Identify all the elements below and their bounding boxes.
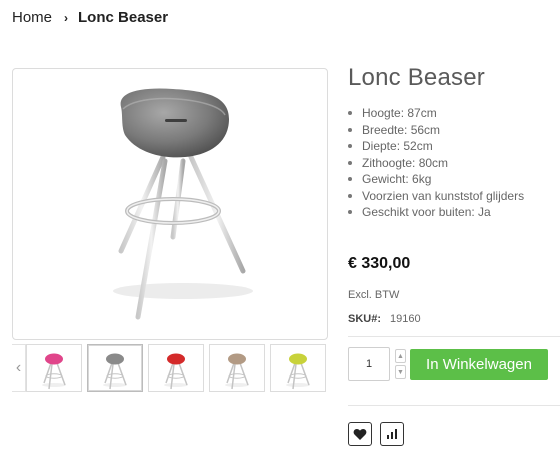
thumbnail-taupe[interactable]	[209, 344, 265, 392]
divider	[348, 336, 560, 337]
quantity-decrease-button[interactable]: ▼	[395, 365, 406, 379]
bullet-icon	[348, 177, 352, 182]
spec-item: Gewicht: 6kg	[348, 171, 524, 188]
bar-chart-icon	[387, 429, 397, 439]
bullet-icon	[348, 144, 352, 149]
thumbnail-red[interactable]	[148, 344, 204, 392]
thumbnail-strip: ‹	[12, 344, 328, 394]
sku-value: 19160	[390, 313, 421, 325]
product-price: € 330,00	[348, 255, 411, 272]
add-to-cart-button[interactable]: In Winkelwagen	[410, 349, 548, 380]
quantity-input[interactable]	[348, 347, 390, 381]
breadcrumb: Home › Lonc Beaser	[12, 9, 168, 26]
product-main-image[interactable]	[12, 68, 328, 340]
mini-stool-image	[42, 353, 66, 390]
quantity-increase-button[interactable]: ▲	[395, 349, 406, 363]
breadcrumb-current: Lonc Beaser	[78, 9, 169, 26]
compare-button[interactable]	[380, 422, 404, 446]
mini-stool-image	[286, 353, 310, 390]
thumbnail-lime[interactable]	[270, 344, 326, 392]
heart-icon	[353, 428, 367, 440]
bullet-icon	[348, 111, 352, 116]
stool-image	[113, 88, 253, 320]
spec-item: Geschikt voor buiten: Ja	[348, 204, 524, 221]
chevron-up-icon: ▲	[397, 352, 404, 360]
mini-stool-image	[103, 353, 127, 390]
bullet-icon	[348, 210, 352, 215]
sku-label: SKU#:	[348, 313, 382, 325]
spec-item: Hoogte: 87cm	[348, 105, 524, 122]
spec-item: Voorzien van kunststof glijders	[348, 188, 524, 205]
spec-item: Breedte: 56cm	[348, 122, 524, 139]
price-tax-note: Excl. BTW	[348, 289, 400, 301]
mini-stool-image	[225, 353, 249, 390]
chevron-down-icon: ▼	[397, 368, 404, 376]
bullet-icon	[348, 193, 352, 198]
mini-stool-image	[164, 353, 188, 390]
bullet-icon	[348, 160, 352, 165]
divider	[348, 405, 560, 406]
product-title: Lonc Beaser	[348, 64, 485, 91]
thumbnail-prev-button[interactable]: ‹	[12, 344, 26, 392]
spec-list: Hoogte: 87cm Breedte: 56cm Diepte: 52cm …	[348, 105, 524, 221]
spec-item: Zithoogte: 80cm	[348, 155, 524, 172]
thumbnail-grey[interactable]	[87, 344, 143, 392]
sku-line: SKU#: 19160	[348, 313, 421, 325]
thumbnail-pink[interactable]	[26, 344, 82, 392]
breadcrumb-home-link[interactable]: Home	[12, 9, 52, 26]
bullet-icon	[348, 127, 352, 132]
spec-item: Diepte: 52cm	[348, 138, 524, 155]
wishlist-button[interactable]	[348, 422, 372, 446]
breadcrumb-separator: ›	[64, 10, 69, 25]
